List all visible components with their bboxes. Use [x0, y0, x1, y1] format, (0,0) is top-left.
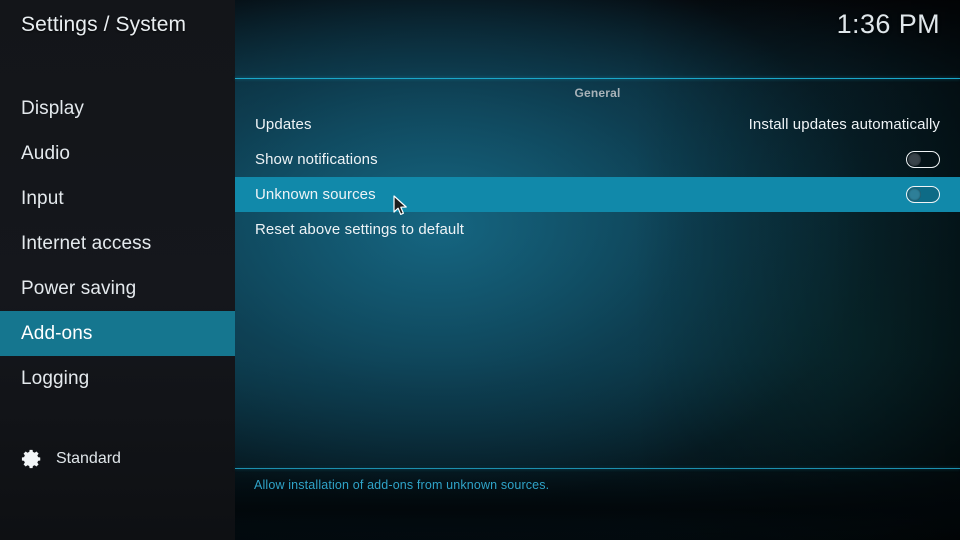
- sidebar: Settings / System Display Audio Input In…: [0, 0, 235, 540]
- settings-level-label: Standard: [56, 450, 121, 467]
- content-bottom-divider: [235, 468, 960, 469]
- sidebar-item-label: Input: [21, 188, 64, 209]
- show-notifications-toggle[interactable]: [906, 151, 940, 168]
- content-top-divider: [235, 78, 960, 79]
- setting-label: Reset above settings to default: [255, 221, 465, 238]
- sidebar-item-audio[interactable]: Audio: [0, 131, 235, 176]
- setting-label: Show notifications: [255, 151, 378, 168]
- settings-list: Updates Install updates automatically Sh…: [235, 107, 960, 247]
- sidebar-item-display[interactable]: Display: [0, 86, 235, 131]
- setting-label: Unknown sources: [255, 186, 376, 203]
- setting-row-updates[interactable]: Updates Install updates automatically: [235, 107, 960, 142]
- sidebar-item-label: Power saving: [21, 278, 137, 299]
- toggle-knob: [908, 188, 921, 201]
- sidebar-item-label: Add-ons: [21, 323, 93, 344]
- sidebar-item-label: Logging: [21, 368, 90, 389]
- sidebar-item-power-saving[interactable]: Power saving: [0, 266, 235, 311]
- sidebar-item-label: Display: [21, 98, 84, 119]
- setting-label: Updates: [255, 116, 312, 133]
- sidebar-item-internet-access[interactable]: Internet access: [0, 221, 235, 266]
- sidebar-item-add-ons[interactable]: Add-ons: [0, 311, 235, 356]
- sidebar-item-label: Audio: [21, 143, 71, 164]
- settings-group-header: General: [574, 86, 621, 100]
- unknown-sources-toggle[interactable]: [906, 186, 940, 203]
- setting-row-reset-defaults[interactable]: Reset above settings to default: [235, 212, 960, 247]
- clock: 1:36 PM: [836, 9, 940, 39]
- content-background: [235, 0, 960, 540]
- setting-row-unknown-sources[interactable]: Unknown sources: [235, 177, 960, 212]
- toggle-knob: [908, 153, 921, 166]
- sidebar-item-logging[interactable]: Logging: [0, 356, 235, 401]
- mouse-cursor: [393, 195, 409, 217]
- setting-value[interactable]: Install updates automatically: [749, 116, 940, 133]
- sidebar-item-input[interactable]: Input: [0, 176, 235, 221]
- sidebar-item-label: Internet access: [21, 233, 152, 254]
- setting-row-show-notifications[interactable]: Show notifications: [235, 142, 960, 177]
- sidebar-nav: Display Audio Input Internet access Powe…: [0, 86, 235, 401]
- gear-icon: [21, 448, 43, 470]
- page-title: Settings / System: [21, 13, 187, 36]
- settings-level-selector[interactable]: Standard: [21, 448, 121, 470]
- kodi-settings-window: Settings / System Display Audio Input In…: [0, 0, 960, 540]
- setting-help-text: Allow installation of add-ons from unkno…: [254, 478, 550, 492]
